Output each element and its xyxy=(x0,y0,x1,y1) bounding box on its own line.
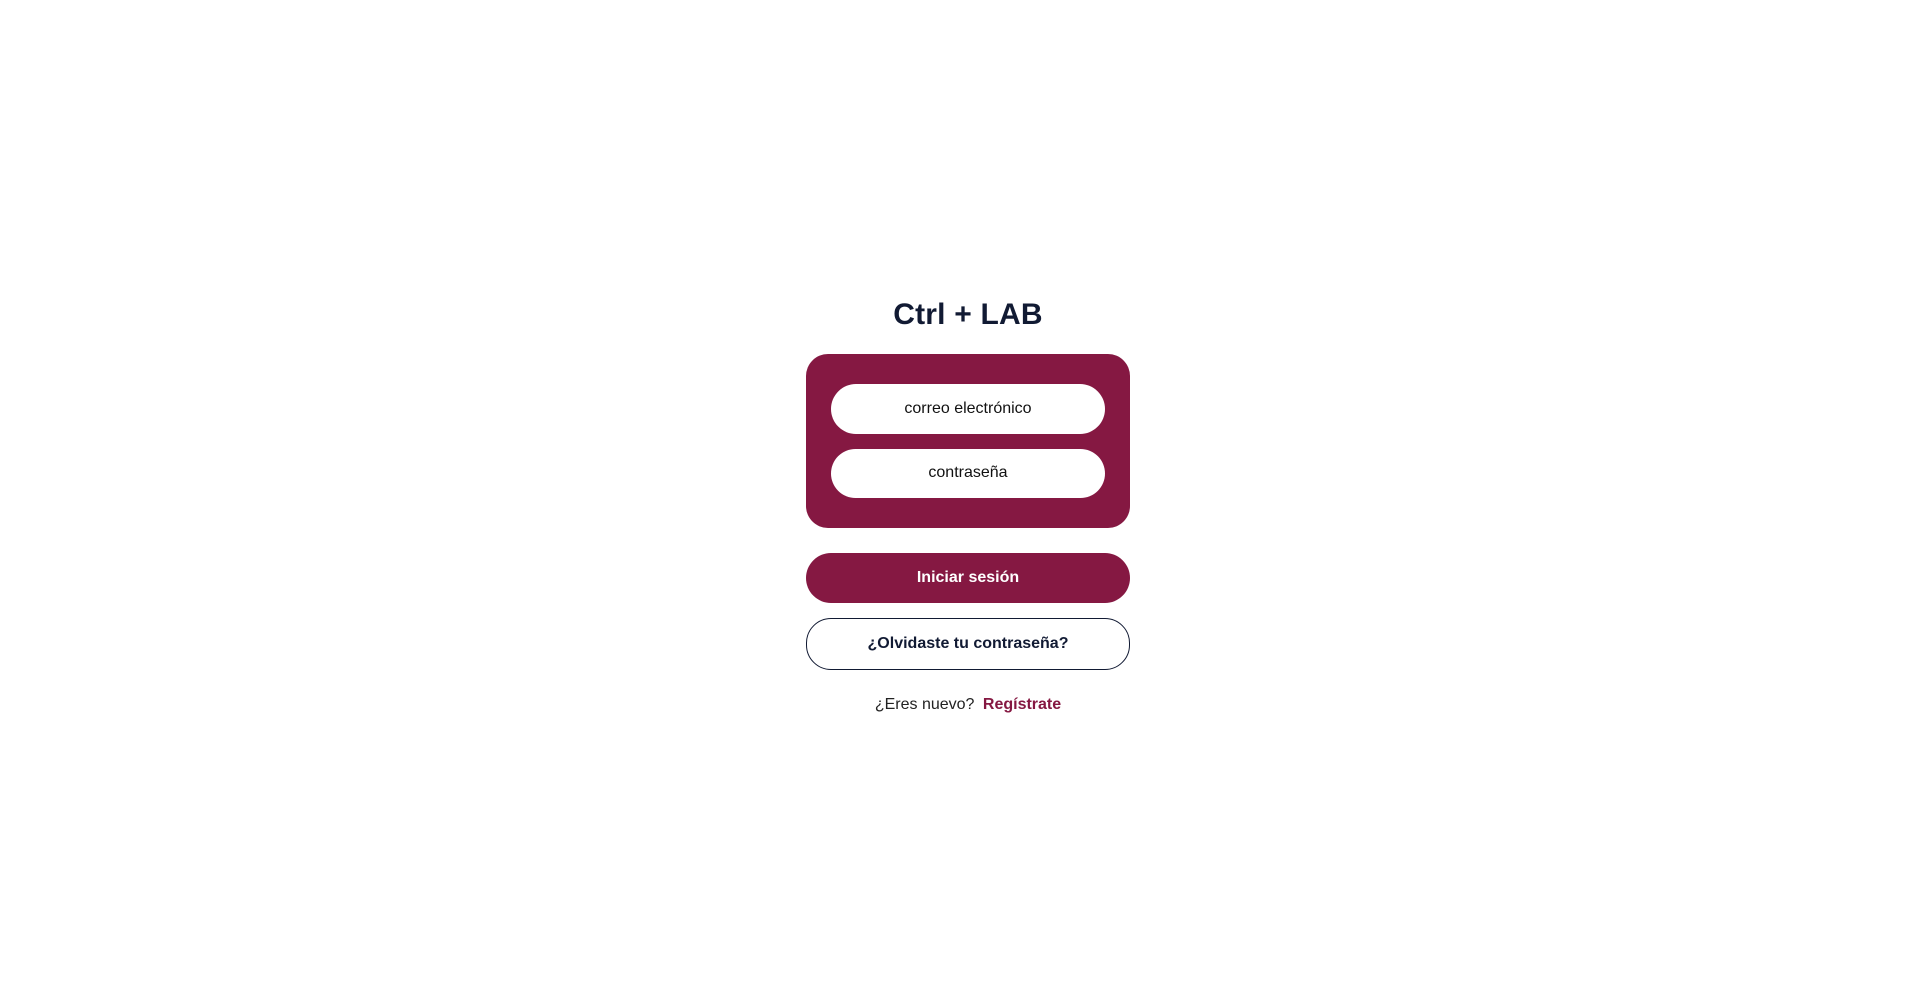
forgot-password-button[interactable]: ¿Olvidaste tu contraseña? xyxy=(806,618,1130,670)
login-button[interactable]: Iniciar sesión xyxy=(806,553,1130,603)
register-link[interactable]: Regístrate xyxy=(983,696,1061,713)
login-container: Ctrl + LAB Iniciar sesión ¿Olvidaste tu … xyxy=(806,290,1130,714)
app-title: Ctrl + LAB xyxy=(893,298,1043,331)
login-form-card xyxy=(806,354,1130,528)
password-field[interactable] xyxy=(831,448,1105,498)
email-field[interactable] xyxy=(831,384,1105,434)
login-page: Ctrl + LAB Iniciar sesión ¿Olvidaste tu … xyxy=(0,0,1920,991)
register-prompt-text: ¿Eres nuevo? xyxy=(874,696,975,713)
register-prompt: ¿Eres nuevo? Regístrate xyxy=(875,696,1061,714)
